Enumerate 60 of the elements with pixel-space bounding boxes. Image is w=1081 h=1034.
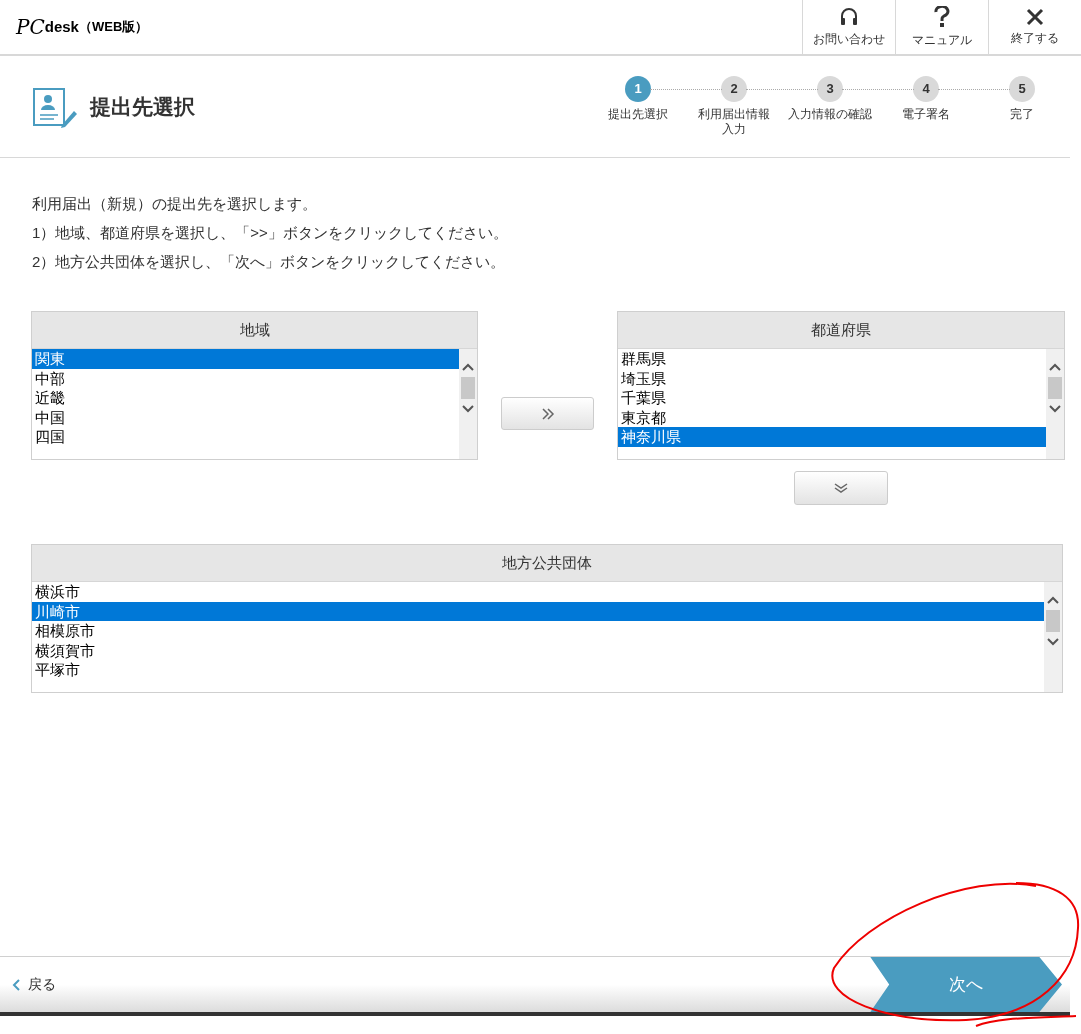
step-label: 電子署名 bbox=[902, 107, 950, 122]
scrollbar-thumb[interactable] bbox=[1046, 610, 1060, 632]
list-option[interactable]: 東京都 bbox=[618, 407, 1046, 427]
help-icon bbox=[934, 5, 950, 28]
instruction-text: 1）地域、都道府県を選択し、「>>」ボタンをクリックしてください。 bbox=[32, 223, 509, 243]
logo-text: desk bbox=[44, 16, 79, 37]
instruction-text: 2）地方公共団体を選択し、「次へ」ボタンをクリックしてください。 bbox=[32, 252, 507, 272]
list-option[interactable]: 川崎市 bbox=[32, 601, 1044, 621]
step-label: 提出先選択 bbox=[608, 107, 668, 122]
list-option[interactable]: 近畿 bbox=[32, 388, 459, 408]
headset-icon bbox=[839, 6, 859, 27]
list-option[interactable]: 関東 bbox=[32, 349, 459, 369]
list-option[interactable]: 中部 bbox=[32, 368, 459, 388]
list-option[interactable]: 群馬県 bbox=[618, 349, 1046, 369]
chevron-down-icon[interactable] bbox=[1049, 405, 1061, 413]
municipality-listbox[interactable]: 地方公共団体 横浜市 川崎市 相模原市 横須賀市 平塚市 bbox=[31, 544, 1063, 693]
edition-label: （WEB版） bbox=[78, 18, 149, 37]
chevron-up-icon[interactable] bbox=[1049, 363, 1061, 371]
step-number: 4 bbox=[913, 76, 939, 102]
chevron-down-icon[interactable] bbox=[1047, 638, 1059, 646]
scrollbar[interactable] bbox=[1044, 582, 1062, 692]
list-option[interactable]: 平塚市 bbox=[32, 660, 1044, 680]
step-number: 1 bbox=[625, 76, 651, 102]
list-header: 地域 bbox=[32, 312, 477, 349]
scrollbar[interactable] bbox=[459, 349, 477, 459]
scrollbar[interactable] bbox=[1046, 349, 1064, 459]
step-number: 2 bbox=[721, 76, 747, 102]
list-option[interactable]: 横浜市 bbox=[32, 582, 1044, 602]
list-option[interactable]: 相模原市 bbox=[32, 621, 1044, 641]
list-option[interactable]: 四国 bbox=[32, 427, 459, 447]
chevron-left-icon bbox=[12, 978, 20, 991]
logo-mark: PC bbox=[16, 14, 45, 41]
step-label: 完了 bbox=[1010, 107, 1034, 122]
header-button[interactable]: お問い合わせ bbox=[802, 0, 895, 54]
list-header: 地方公共団体 bbox=[32, 545, 1062, 582]
chevron-up-icon[interactable] bbox=[1047, 596, 1059, 604]
prefecture-listbox[interactable]: 都道府県 群馬県 埼玉県 千葉県 東京都 神奈川県 bbox=[617, 311, 1065, 460]
step-number: 5 bbox=[1009, 76, 1035, 102]
step-number: 3 bbox=[817, 76, 843, 102]
chevron-up-icon[interactable] bbox=[462, 363, 474, 371]
region-listbox[interactable]: 地域 関東 中部 近畿 中国 四国 bbox=[31, 311, 478, 460]
step-label: 利用届出情報 入力 bbox=[698, 107, 770, 137]
list-option[interactable]: 横須賀市 bbox=[32, 640, 1044, 660]
list-option[interactable]: 埼玉県 bbox=[618, 368, 1046, 388]
back-button[interactable]: 戻る bbox=[12, 974, 56, 995]
list-header: 都道府県 bbox=[618, 312, 1064, 349]
page-title: 提出先選択 bbox=[90, 93, 195, 120]
list-option[interactable]: 中国 bbox=[32, 407, 459, 427]
instruction-text: 利用届出（新規）の提出先を選択します。 bbox=[32, 194, 318, 214]
close-icon bbox=[1026, 7, 1044, 26]
list-option[interactable]: 千葉県 bbox=[618, 388, 1046, 408]
list-option[interactable]: 神奈川県 bbox=[618, 427, 1046, 447]
chevron-down-icon[interactable] bbox=[462, 405, 474, 413]
header-button[interactable]: マニュアル bbox=[895, 0, 988, 54]
scrollbar-thumb[interactable] bbox=[1048, 377, 1062, 399]
double-chevron-right-icon bbox=[540, 406, 555, 421]
step-label: 入力情報の確認 bbox=[788, 107, 872, 122]
header-button[interactable]: 終了する bbox=[988, 0, 1081, 54]
scrollbar-thumb[interactable] bbox=[461, 377, 475, 399]
double-chevron-down-icon bbox=[833, 482, 849, 494]
